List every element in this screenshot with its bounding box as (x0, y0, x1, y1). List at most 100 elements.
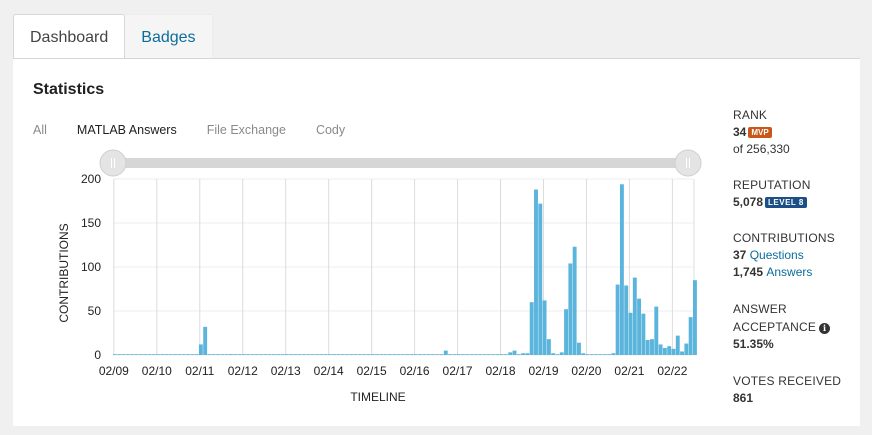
filter-cody[interactable]: Cody (316, 123, 345, 137)
bar (482, 354, 487, 355)
contributions-label: CONTRIBUTIONS (733, 231, 835, 245)
tab-bar: Dashboard Badges (13, 14, 213, 59)
info-icon[interactable]: i (819, 323, 831, 334)
bar (194, 354, 199, 355)
bar (345, 354, 349, 355)
bar (650, 339, 654, 355)
range-slider-track (113, 158, 688, 168)
bar (396, 354, 401, 355)
bar (186, 354, 190, 355)
bar (512, 350, 517, 355)
bar (508, 352, 513, 355)
x-tick-label: 02/20 (571, 364, 601, 378)
bar (310, 354, 315, 355)
answers-link[interactable]: Answers (766, 265, 812, 279)
bar (327, 354, 332, 355)
range-slider-end-handle[interactable] (674, 149, 702, 177)
bar (181, 354, 186, 355)
range-slider-start-handle[interactable] (99, 149, 127, 177)
y-tick-label: 200 (81, 172, 101, 186)
bar (538, 203, 543, 355)
bar (121, 354, 126, 355)
bar (469, 354, 474, 355)
bar (568, 263, 573, 355)
x-tick-label: 02/19 (528, 364, 558, 378)
bar (525, 353, 530, 355)
bar (684, 343, 689, 355)
bar (353, 354, 358, 355)
votes-block: VOTES RECEIVED 861 (733, 372, 841, 407)
bar (465, 354, 470, 355)
tab-badges[interactable]: Badges (125, 14, 213, 59)
bar (529, 302, 534, 355)
bar (461, 354, 465, 355)
acceptance-block: ANSWER ACCEPTANCE i 51.35% (733, 300, 831, 353)
bar (284, 354, 289, 355)
bar (534, 189, 538, 355)
bar (521, 353, 526, 355)
y-tick-label: 50 (88, 304, 102, 318)
bar (585, 354, 590, 355)
bar (688, 317, 693, 355)
x-tick-label: 02/21 (614, 364, 644, 378)
bar (383, 354, 388, 355)
bar (456, 354, 461, 355)
bar (624, 285, 629, 355)
bar (551, 353, 556, 355)
bar (572, 246, 577, 355)
filter-matlab-answers[interactable]: MATLAB Answers (77, 123, 177, 137)
mvp-badge: MVP (748, 127, 772, 138)
bar (637, 298, 642, 355)
x-tick-label: 02/15 (357, 364, 387, 378)
questions-count: 37 (733, 248, 747, 262)
bar (297, 354, 302, 355)
bar (375, 354, 379, 355)
filter-all[interactable]: All (33, 123, 47, 137)
bar (259, 354, 263, 355)
tab-dashboard[interactable]: Dashboard (13, 14, 126, 59)
bar (413, 354, 418, 355)
bar (619, 184, 624, 355)
bar (143, 354, 147, 355)
y-tick-label: 0 (94, 348, 101, 362)
bar (207, 354, 212, 355)
x-tick-label: 02/16 (400, 364, 430, 378)
x-tick-label: 02/11 (185, 364, 214, 378)
bar (306, 354, 311, 355)
bar (658, 344, 663, 355)
votes-value: 861 (733, 391, 754, 405)
bar (198, 344, 203, 355)
bar (632, 277, 637, 355)
questions-link[interactable]: Questions (750, 248, 804, 262)
bar (680, 351, 685, 355)
x-tick-label: 02/18 (486, 364, 516, 378)
bar (615, 284, 620, 355)
bar (379, 354, 384, 355)
rank-value: 34 (733, 125, 747, 139)
bar (645, 340, 650, 355)
bar (177, 354, 182, 355)
bar (589, 354, 594, 355)
bar (387, 354, 392, 355)
bar (340, 354, 345, 355)
bar (486, 354, 491, 355)
x-tick-label: 02/10 (142, 364, 172, 378)
bar (151, 354, 156, 355)
bar (203, 326, 208, 355)
bar (130, 354, 135, 355)
x-tick-label: 02/14 (314, 364, 344, 378)
bar (134, 354, 139, 355)
filter-file-exchange[interactable]: File Exchange (207, 123, 286, 137)
bar (495, 354, 500, 355)
bar (503, 354, 508, 355)
bar (147, 354, 152, 355)
bar (491, 354, 495, 355)
bar (392, 354, 397, 355)
bar (117, 354, 122, 355)
bar (430, 354, 435, 355)
bar (607, 354, 611, 355)
votes-label: VOTES RECEIVED (733, 374, 842, 388)
bar (452, 354, 457, 355)
y-tick-label: 100 (81, 260, 101, 274)
bar (499, 354, 504, 355)
